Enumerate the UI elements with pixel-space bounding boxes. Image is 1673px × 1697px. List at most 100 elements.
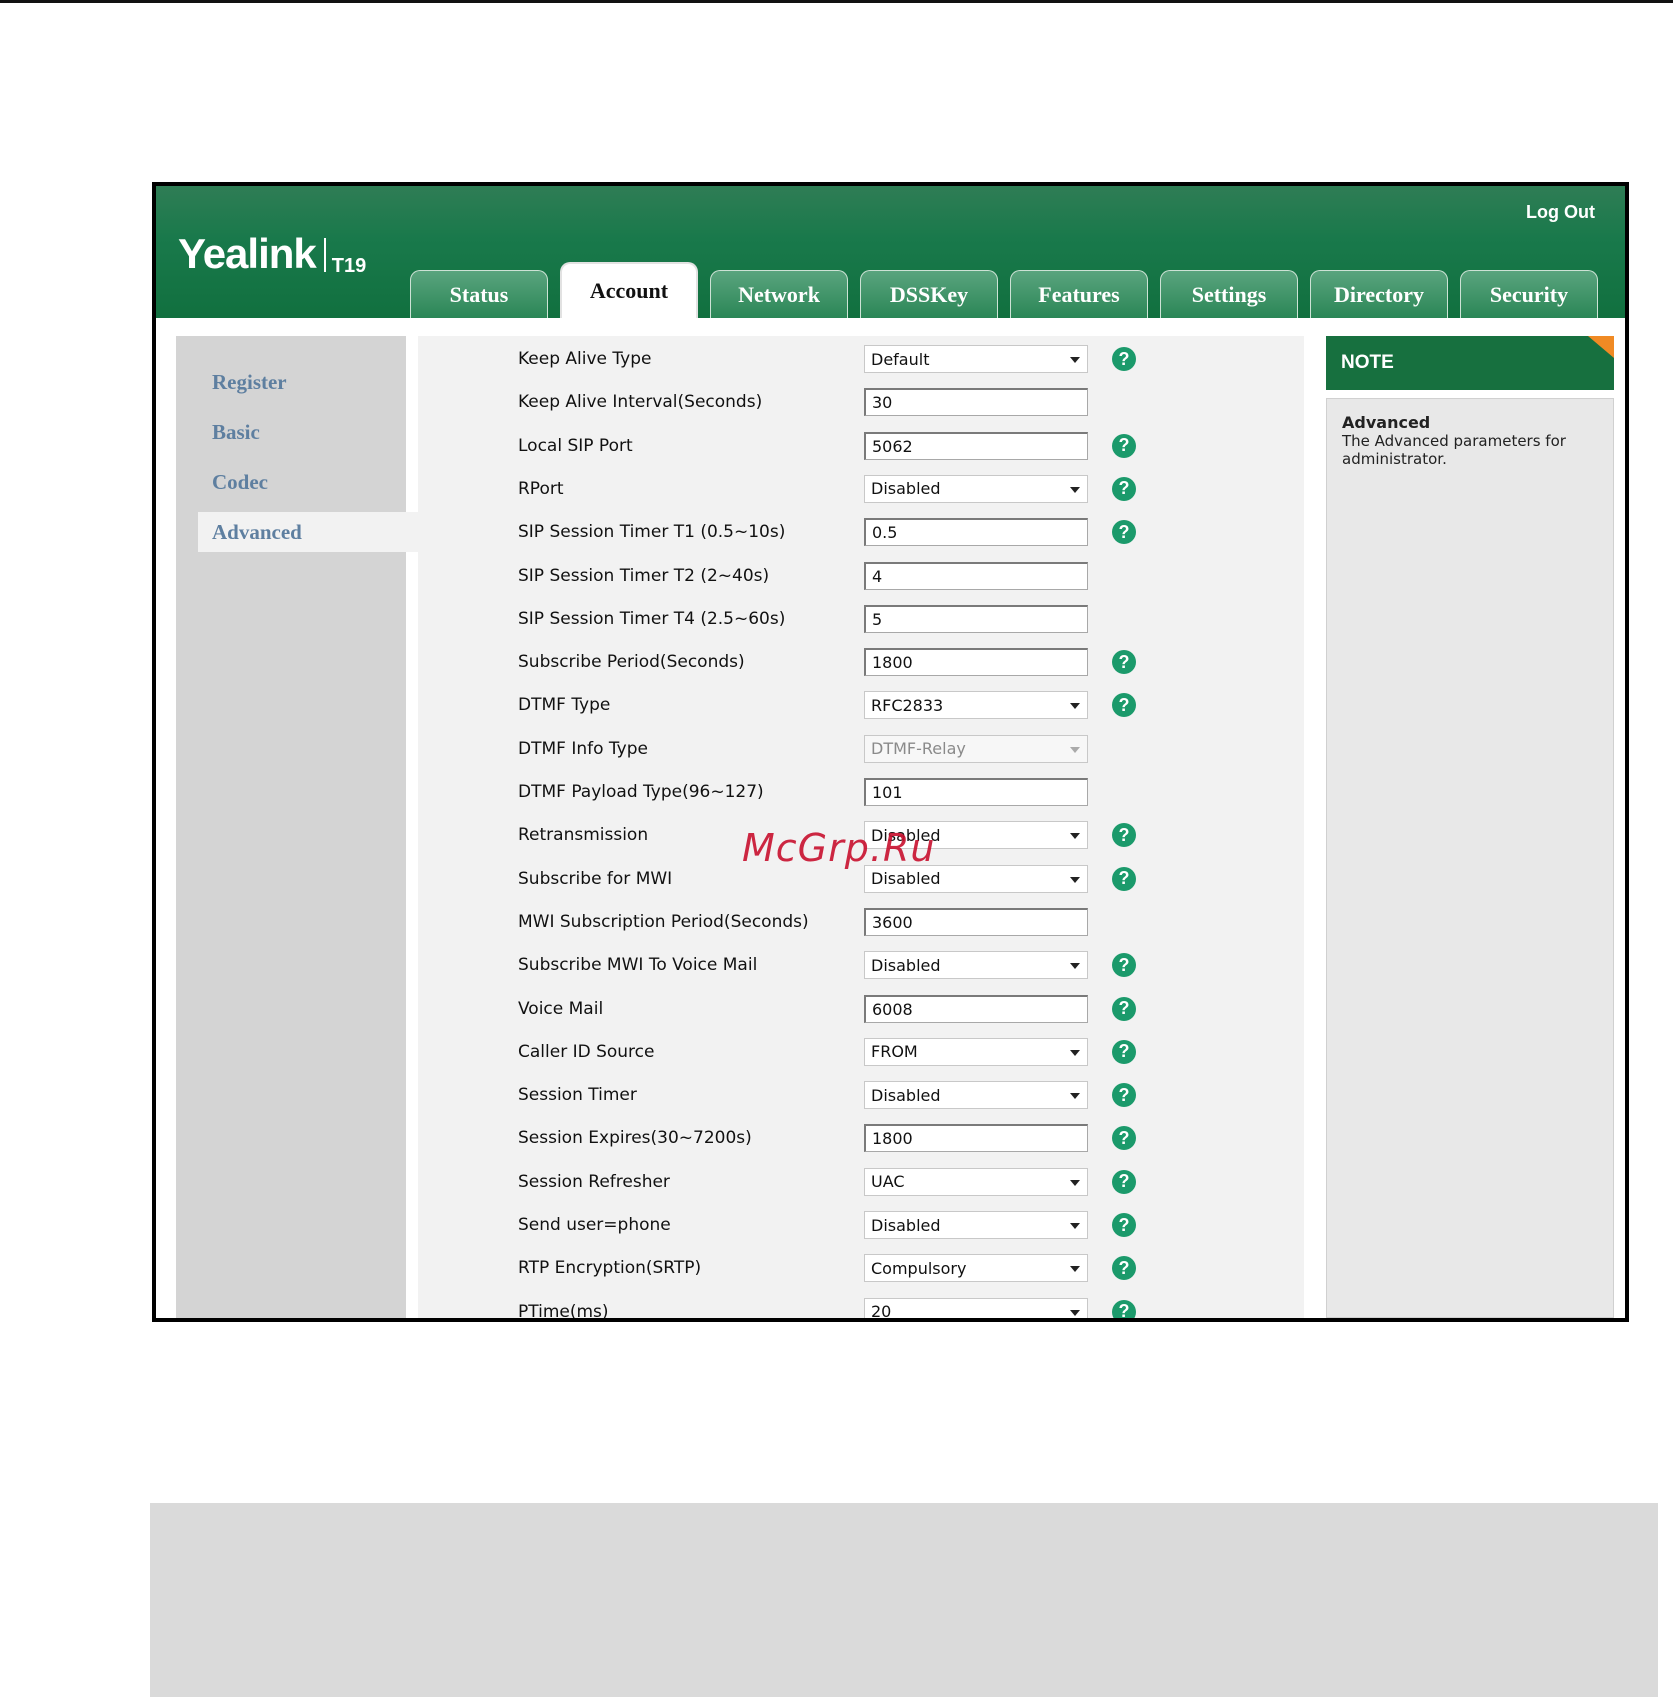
field-value: Compulsory [871,1258,967,1278]
field-label: Local SIP Port [518,435,633,456]
field-value: DTMF-Relay [871,739,966,759]
note-header: NOTE [1326,336,1614,390]
text-input[interactable]: 5062 [864,431,1088,460]
footer-gray-block [150,1503,1658,1697]
sidebar-item-advanced[interactable]: Advanced [198,512,418,552]
field-value: 1800 [872,653,913,673]
field-label: RPort [518,478,564,499]
help-icon[interactable]: ? [1112,650,1136,675]
tab-directory[interactable]: Directory [1310,270,1448,318]
help-icon[interactable]: ? [1112,1169,1136,1194]
chevron-down-icon [1070,486,1080,493]
text-input[interactable]: 3600 [864,907,1088,936]
note-body: Advanced The Advanced parameters for adm… [1326,398,1614,1318]
dropdown-select: DTMF-Relay [864,734,1088,763]
sidebar: Register Basic Codec Advanced [176,336,418,1318]
chevron-down-icon [1070,1093,1080,1100]
sidebar-item-register[interactable]: Register [212,370,287,395]
text-input[interactable]: 5 [864,604,1088,633]
app-header: Yealink T19 Log Out Status Account Network D… [156,186,1625,318]
field-value: 3600 [872,912,913,932]
field-value: Disabled [871,1085,941,1105]
help-icon[interactable]: ? [1112,1213,1136,1237]
help-icon[interactable]: ? [1112,1039,1136,1064]
dropdown-select[interactable]: Disabled [864,1211,1088,1239]
dropdown-select[interactable]: FROM [864,1037,1088,1066]
tab-security[interactable]: Security [1460,270,1598,318]
form-row: RPort Disabled? [518,474,1136,504]
main-tabs: Status Account Network DSSKey Features Settin… [410,262,1598,318]
form-row: DTMF Info Type DTMF-Relay [518,734,1088,764]
text-input[interactable]: 30 [864,388,1088,417]
form-row: Send user=phone Disabled? [518,1210,1136,1240]
help-icon[interactable]: ? [1112,520,1136,545]
logo-divider [323,238,326,272]
text-input[interactable]: 101 [864,778,1088,806]
text-input[interactable]: 1800 [864,648,1088,677]
field-label: Session Expires(30~7200s) [518,1128,752,1149]
field-value: Disabled [871,955,941,975]
chevron-down-icon [1070,963,1080,970]
form-row: Subscribe Period(Seconds) 1800? [518,647,1136,677]
dropdown-select[interactable]: UAC [864,1167,1088,1196]
help-icon[interactable]: ? [1112,1299,1136,1318]
chevron-down-icon [1070,1049,1080,1056]
tab-network[interactable]: Network [710,270,848,318]
text-input[interactable]: 6008 [864,994,1088,1023]
form-row: SIP Session Timer T2 (2~40s) 4 [518,561,1088,591]
logout-link[interactable]: Log Out [1526,202,1595,223]
form-row: Caller ID Source FROM? [518,1037,1136,1067]
field-value: Disabled [871,479,941,499]
form-row: DTMF Payload Type(96~127) 101 [518,777,1088,807]
form-row: Subscribe MWI To Voice Mail Disabled? [518,950,1136,980]
dropdown-select[interactable]: Disabled [864,951,1088,980]
help-icon[interactable]: ? [1112,347,1136,371]
field-value: 0.5 [872,523,898,543]
field-value: 4 [872,566,883,586]
dropdown-select[interactable]: Disabled [864,1081,1088,1110]
field-label: Voice Mail [518,998,604,1019]
dropdown-select[interactable]: RFC2833 [864,691,1088,720]
field-label: Subscribe Period(Seconds) [518,652,745,673]
dropdown-select[interactable]: Compulsory [864,1254,1088,1283]
form-row: Keep Alive Type Default? [518,344,1136,374]
help-icon[interactable]: ? [1112,433,1136,458]
chevron-down-icon [1070,746,1080,753]
form-row: Local SIP Port 5062? [518,431,1136,461]
sidebar-item-codec[interactable]: Codec [212,470,268,495]
form-row: Session Expires(30~7200s) 1800? [518,1123,1136,1153]
help-icon[interactable]: ? [1112,823,1136,848]
text-input[interactable]: 1800 [864,1124,1088,1153]
chevron-down-icon [1070,1309,1080,1316]
text-input[interactable]: 0.5 [864,518,1088,547]
help-icon[interactable]: ? [1112,1126,1136,1151]
browser-frame: Yealink T19 Log Out Status Account Network D… [152,182,1629,1322]
tab-dsskey[interactable]: DSSKey [860,270,998,318]
form-row: PTime(ms) 20? [518,1297,1136,1322]
help-icon[interactable]: ? [1112,1256,1136,1281]
field-value: 5062 [872,436,913,456]
help-icon[interactable]: ? [1112,693,1136,718]
note-heading: NOTE [1341,352,1394,373]
sidebar-item-basic[interactable]: Basic [212,420,260,445]
help-icon[interactable]: ? [1112,996,1136,1021]
field-value: 30 [872,393,893,413]
help-icon[interactable]: ? [1112,866,1136,891]
note-corner-flag [1588,336,1614,358]
tab-features[interactable]: Features [1010,270,1148,318]
dropdown-select[interactable]: Disabled [864,474,1088,503]
help-icon[interactable]: ? [1112,953,1136,978]
help-icon[interactable]: ? [1112,476,1136,501]
field-label: DTMF Type [518,695,611,716]
top-rule [0,0,1673,3]
text-input[interactable]: 4 [864,561,1088,590]
yealink-logo: Yealink T19 [178,230,366,278]
tab-settings[interactable]: Settings [1160,270,1298,318]
dropdown-select[interactable]: Default [864,345,1088,373]
dropdown-select[interactable]: 20 [864,1297,1088,1322]
field-value: 20 [871,1302,892,1322]
tab-account[interactable]: Account [560,262,698,318]
help-icon[interactable]: ? [1112,1083,1136,1108]
tab-status[interactable]: Status [410,270,548,318]
form-row: Keep Alive Interval(Seconds) 30 [518,387,1088,417]
